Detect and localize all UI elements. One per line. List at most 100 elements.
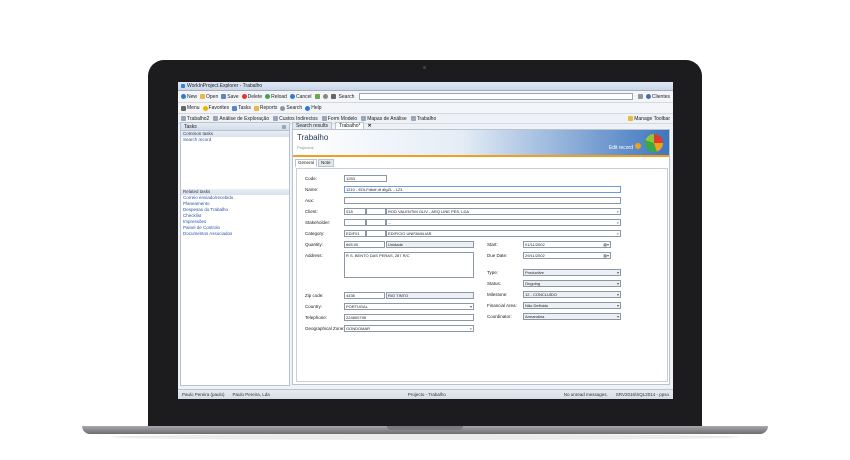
stakeholder-code-field[interactable] <box>344 219 366 226</box>
help-button[interactable]: Help <box>305 105 322 111</box>
reports-icon <box>253 105 259 111</box>
financial-area-select[interactable]: Não Definido ▾ <box>523 302 621 309</box>
status-select[interactable]: Ongoing ▾ <box>523 280 621 287</box>
start-date-field[interactable]: 01/11/2002 ▦▾ <box>523 241 611 248</box>
menu-button[interactable]: Menu <box>181 105 200 111</box>
record-subtabs: General Note <box>293 157 669 167</box>
category-extra-field[interactable] <box>366 230 386 237</box>
category-code-field[interactable]: EDIF01 <box>344 230 366 237</box>
menu-icon <box>181 105 186 111</box>
address-label: Address: <box>305 253 323 258</box>
name-label: Name: <box>305 187 319 192</box>
related-task-link[interactable]: Documentos Associados <box>181 231 289 237</box>
reload-button[interactable]: Reload <box>265 94 287 100</box>
name-field[interactable]: 1210 - EDLFdbdf df dfgZL - L23 <box>344 186 621 193</box>
record-subtitle: Projectos <box>297 145 314 150</box>
client-name-field[interactable]: ROD VALENTIM OLIV - ARQ LINE PES, LDA ⌕ <box>386 208 621 215</box>
zip-field[interactable]: 4435 <box>344 292 385 299</box>
stakeholder-extra-field[interactable] <box>366 219 386 226</box>
due-date-field[interactable]: 29/11/2002 ▦▾ <box>523 252 611 259</box>
category-name-field[interactable]: EDIFICIO UNIFAMILIAR ⌕ <box>386 230 621 237</box>
tasks-button[interactable]: Tasks <box>232 105 251 111</box>
edit-record-link[interactable]: Edit record <box>609 145 633 151</box>
laptop-notch <box>387 426 463 430</box>
country-select[interactable]: PORTUGAL ▾ <box>344 303 474 310</box>
undo-icon <box>289 94 295 99</box>
main-toolbar: New Open Save Delete Reload Cancel Searc… <box>178 91 673 103</box>
save-button[interactable]: Save <box>221 94 239 100</box>
quantity-field[interactable]: 665.00 <box>344 241 385 248</box>
reports-button[interactable]: Reports <box>253 105 277 111</box>
status-context: Projecto - Trabalho <box>407 392 446 397</box>
gear-icon <box>322 94 328 99</box>
tasks-icon <box>232 105 238 111</box>
tab-general[interactable]: General <box>295 159 318 167</box>
tools-button[interactable] <box>314 94 320 99</box>
cancel-button[interactable]: Cancel <box>289 94 312 100</box>
client-extra-field[interactable] <box>366 208 386 215</box>
shortcut-mapas-analise[interactable]: Mapas de Análise <box>361 116 407 122</box>
due-date-label: Due Date: <box>487 253 508 258</box>
form-icon <box>181 116 186 121</box>
record-panel: Trabalho Projectos Edit record General N… <box>292 129 670 385</box>
chevron-down-icon: ▾ <box>616 314 619 319</box>
tasks-panel-tab[interactable]: Tasks <box>181 123 289 131</box>
geo-zone-label: Geographical Zone: <box>305 326 345 331</box>
calendar-icon[interactable]: ▦▾ <box>603 242 609 247</box>
close-tab-icon[interactable]: ✕ <box>367 123 371 129</box>
title-bar: WorkInProject.Explorer - Trabalho <box>178 82 673 91</box>
tab-note[interactable]: Note <box>318 159 334 167</box>
tasks-panel: Tasks Common tasks Search record Related… <box>180 122 290 386</box>
user-menu[interactable]: Clientes <box>645 94 670 100</box>
status-server: SRV2016\SQL2014 - ppso <box>615 392 669 397</box>
search-label: Search <box>338 93 355 100</box>
calendar-icon[interactable]: ▦▾ <box>603 253 609 258</box>
delete-button[interactable]: Delete <box>241 94 262 100</box>
settings-button[interactable] <box>322 94 328 99</box>
status-company: Paulo Pereira, Lda <box>232 392 270 397</box>
code-field[interactable]: 1253 <box>344 175 387 182</box>
manage-toolbar-button[interactable]: Manage Toolbar <box>628 116 670 122</box>
manage-icon <box>628 116 634 121</box>
stakeholder-name-field[interactable]: ... ⌕ <box>386 219 621 226</box>
search-icon[interactable]: ⌕ <box>617 231 619 236</box>
chevron-down-icon: ▾ <box>616 292 619 297</box>
star-icon <box>202 105 208 111</box>
aux-field[interactable] <box>344 197 621 204</box>
search-go-button[interactable] <box>637 94 643 99</box>
close-panel-icon[interactable] <box>282 124 286 129</box>
global-search-input[interactable] <box>359 93 633 100</box>
status-label: Status: <box>487 281 502 286</box>
chevron-down-icon: ▾ <box>469 304 472 309</box>
favorites-button[interactable]: Favorites <box>202 105 229 111</box>
type-label: Type: <box>487 270 499 275</box>
open-folder-icon <box>200 94 206 99</box>
start-label: Start: <box>487 242 498 247</box>
telephone-field[interactable]: 224800795 <box>344 314 474 321</box>
search-scope-icon <box>645 94 651 99</box>
open-button[interactable]: Open <box>200 94 218 100</box>
form-icon <box>213 116 219 121</box>
search-button[interactable]: Search <box>280 105 302 111</box>
client-label: Client: <box>305 209 318 214</box>
address-field[interactable]: R S. BENTO DAS PERAS, 287 R/C <box>344 252 474 278</box>
chevron-down-icon: ▾ <box>616 270 619 275</box>
country-label: Country: <box>305 304 323 309</box>
shortcut-trabalho[interactable]: Trabalho <box>410 116 436 122</box>
home-button[interactable] <box>330 94 336 99</box>
coordinator-select[interactable]: Armandina ▾ <box>523 313 621 320</box>
milestone-select[interactable]: 12 - CONCLUÍDO ▾ <box>523 291 621 298</box>
search-icon[interactable]: ⌕ <box>617 209 619 214</box>
search-icon[interactable]: ⌕ <box>470 326 472 331</box>
category-label: Category: <box>305 231 325 236</box>
search-icon[interactable]: ⌕ <box>617 220 619 225</box>
shortcut-analise-exploracao[interactable]: Análise de Exploração <box>213 116 269 122</box>
shortcut-trabalho2[interactable]: Trabalho2 <box>181 116 209 122</box>
geo-zone-field[interactable]: GONDOMAR ⌕ <box>344 325 474 332</box>
quantity-label: Quantity: <box>305 242 324 247</box>
type-select[interactable]: Productive ▾ <box>523 269 621 276</box>
edit-record-icon[interactable] <box>635 143 641 149</box>
new-button[interactable]: New <box>181 94 197 100</box>
client-code-field[interactable]: 018 <box>344 208 366 215</box>
chevron-down-icon: ▾ <box>616 281 619 286</box>
